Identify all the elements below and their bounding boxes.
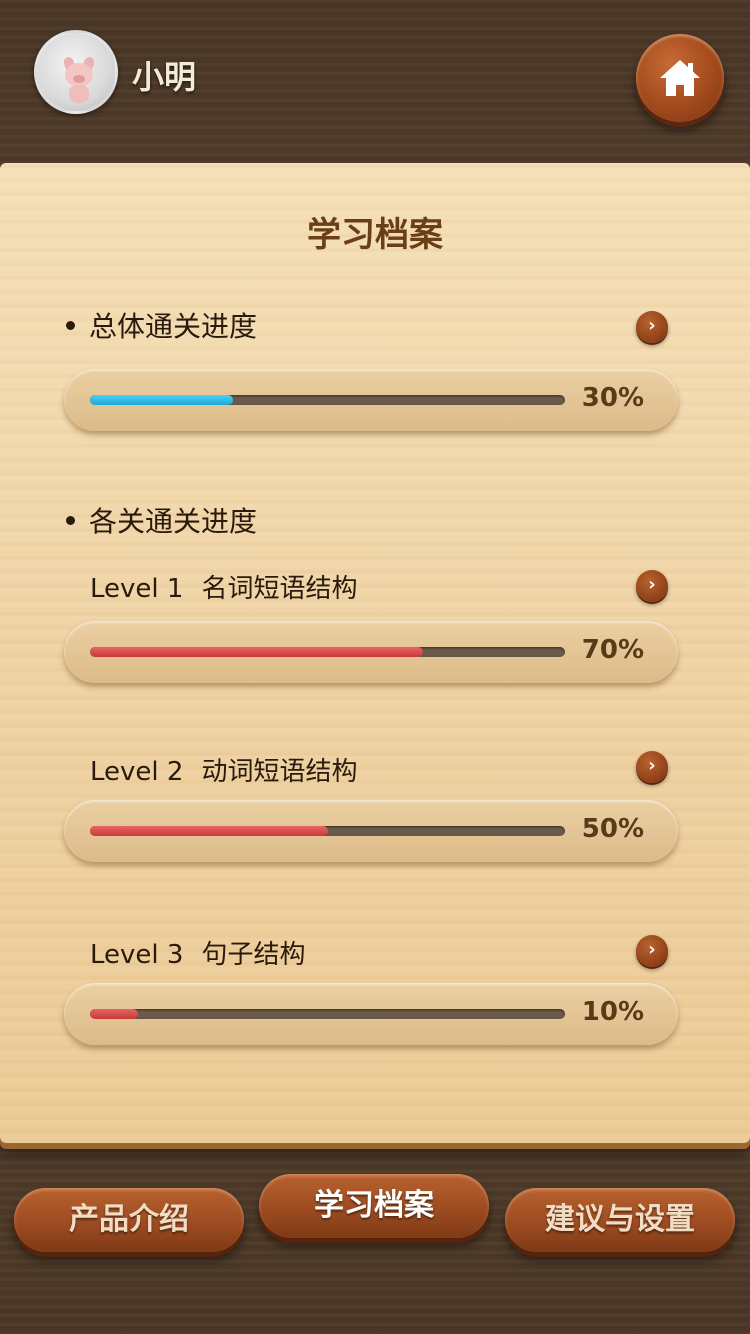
progress-track xyxy=(90,1009,565,1019)
progress-percent: 50% xyxy=(581,814,644,844)
avatar[interactable] xyxy=(34,30,118,114)
levels-progress-heading: 各关通关进度 xyxy=(66,500,257,540)
progress-track xyxy=(90,826,565,836)
chevron-right-icon: › xyxy=(648,755,656,776)
bullet-icon xyxy=(66,515,75,525)
home-button[interactable] xyxy=(636,34,724,122)
chevron-right-icon: › xyxy=(648,939,656,960)
level-2-detail-button[interactable]: › xyxy=(636,751,668,783)
tab-learning-profile[interactable]: 学习档案 xyxy=(259,1174,489,1238)
level-2-label: Level 2 动词短语结构 xyxy=(90,757,358,787)
home-icon xyxy=(660,60,700,96)
page-title: 学习档案 xyxy=(307,215,443,255)
level-1-label: Level 1 名词短语结构 xyxy=(90,574,358,604)
progress-fill xyxy=(90,647,423,657)
level-1-detail-button[interactable]: › xyxy=(636,570,668,602)
progress-percent: 10% xyxy=(581,997,644,1027)
progress-fill xyxy=(90,395,233,405)
chevron-right-icon: › xyxy=(648,574,656,595)
overall-progress-bar: 30% xyxy=(64,369,678,431)
header: 小明 xyxy=(0,0,750,160)
level-2-progress-bar: 50% xyxy=(64,800,678,862)
bullet-icon xyxy=(66,320,75,330)
username: 小明 xyxy=(132,58,197,96)
progress-percent: 70% xyxy=(581,635,644,665)
level-1-progress-bar: 70% xyxy=(64,621,678,683)
tab-product-intro[interactable]: 产品介绍 xyxy=(14,1188,244,1252)
progress-fill xyxy=(90,826,328,836)
overall-detail-button[interactable]: › xyxy=(636,311,668,343)
tab-suggestions-settings[interactable]: 建议与设置 xyxy=(505,1188,735,1252)
overall-progress-heading: 总体通关进度 xyxy=(66,305,257,345)
level-3-label: Level 3 句子结构 xyxy=(90,940,306,970)
progress-fill xyxy=(90,1009,138,1019)
progress-track xyxy=(90,395,565,405)
chevron-right-icon: › xyxy=(648,315,656,336)
level-3-progress-bar: 10% xyxy=(64,983,678,1045)
level-3-detail-button[interactable]: › xyxy=(636,935,668,967)
progress-track xyxy=(90,647,565,657)
progress-percent: 30% xyxy=(581,383,644,413)
